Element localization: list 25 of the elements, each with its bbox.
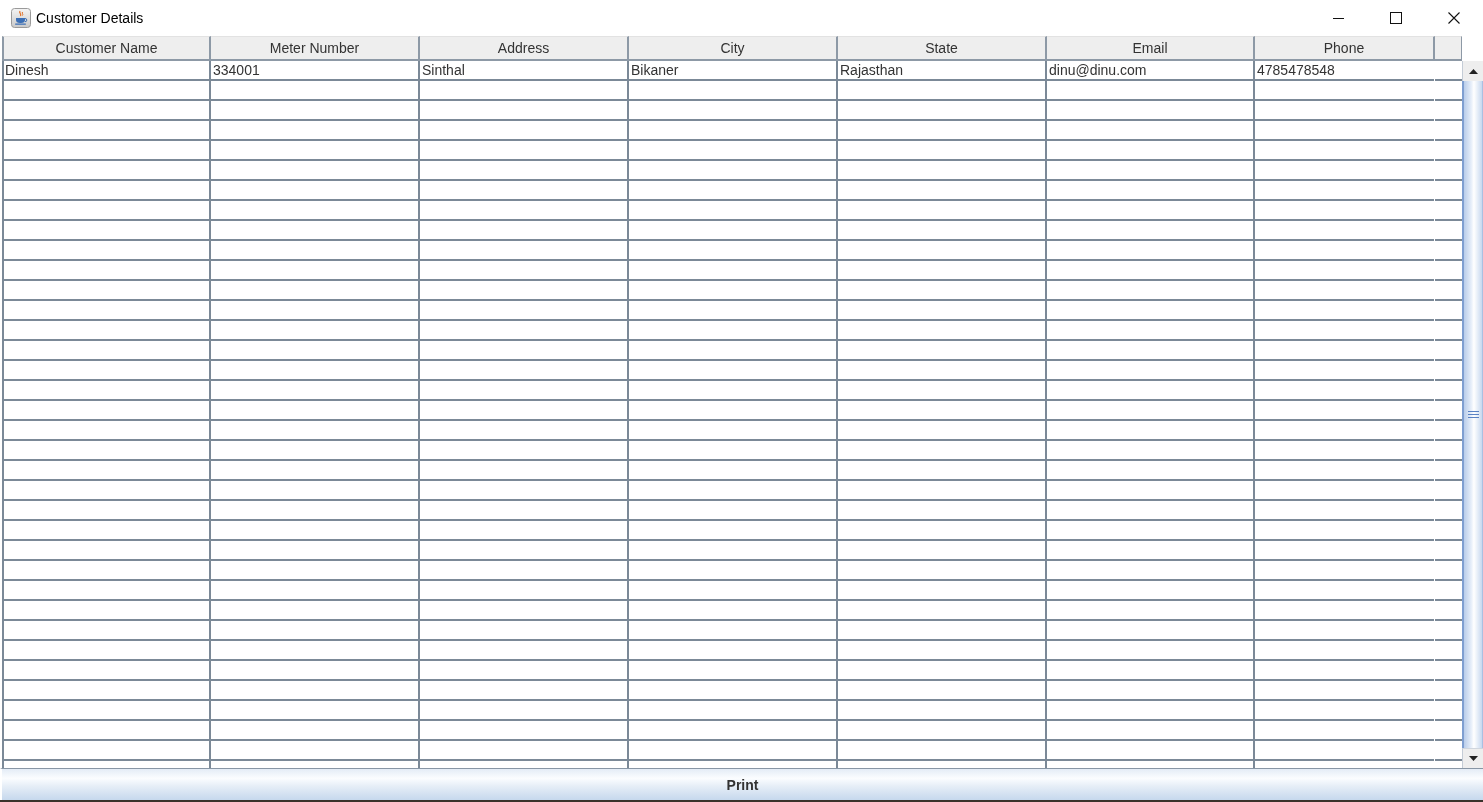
column-header: Email <box>1047 36 1255 61</box>
column-header: State <box>838 36 1047 61</box>
coffee-cup-icon <box>11 8 31 28</box>
scrollbar-thumb[interactable] <box>1462 81 1483 748</box>
print-button[interactable]: Print <box>0 768 1483 800</box>
table-cell-text: Dinesh <box>4 61 50 79</box>
close-icon <box>1448 12 1460 24</box>
window-title: Customer Details <box>36 10 144 26</box>
grip-icon <box>1467 411 1479 418</box>
table-cell-text: Rajasthan <box>839 61 905 79</box>
caret-up-icon <box>1468 68 1478 74</box>
table-cell-text: Sinthal <box>421 61 466 79</box>
maximize-icon <box>1390 12 1402 24</box>
column-header: Meter Number <box>211 36 420 61</box>
column-header: City <box>629 36 838 61</box>
table-cell-text: dinu@dinu.com <box>1048 61 1148 79</box>
scroll-down-button[interactable] <box>1462 748 1483 768</box>
minimize-icon <box>1332 17 1344 19</box>
table-cell-text: 334001 <box>212 61 261 79</box>
column-header: Phone <box>1255 36 1435 61</box>
caret-down-icon <box>1468 756 1478 761</box>
column-header: Customer Name <box>2 36 211 61</box>
column-header: Address <box>420 36 629 61</box>
table-cell-text: 4785478548 <box>1256 61 1336 79</box>
table-cell-text: Bikaner <box>630 61 680 79</box>
